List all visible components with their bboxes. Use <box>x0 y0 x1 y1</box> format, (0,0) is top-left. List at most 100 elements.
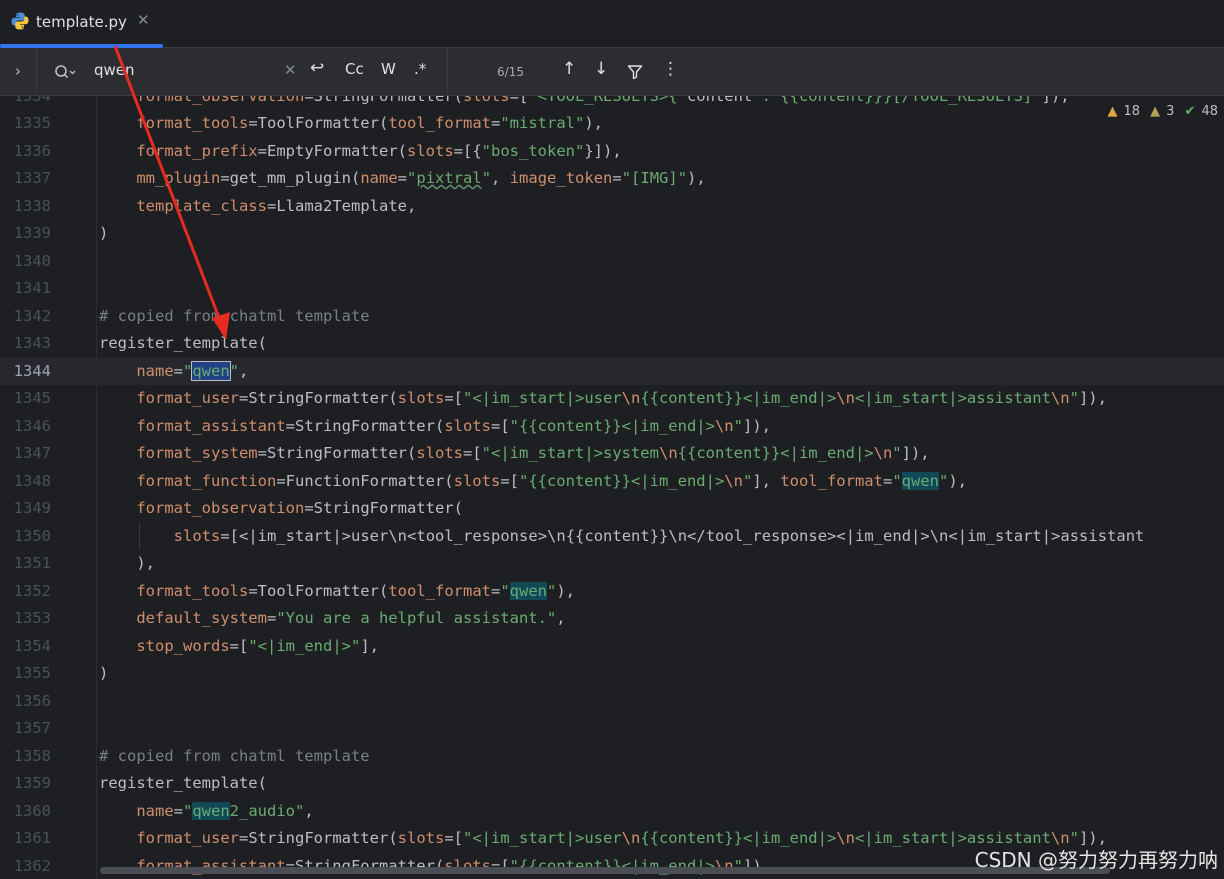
line-code: # copied from chatml template <box>99 746 370 765</box>
line-number: 1341 <box>13 279 51 297</box>
code-line[interactable]: 1339) <box>0 220 1224 248</box>
line-code: format_assistant=StringFormatter(slots=[… <box>136 416 771 435</box>
line-number: 1353 <box>13 609 51 627</box>
line-code: format_tools=ToolFormatter(tool_format="… <box>136 581 576 600</box>
line-number: 1335 <box>13 114 51 132</box>
code-line[interactable]: 1340 <box>0 248 1224 276</box>
search-history-icon[interactable] <box>54 63 76 81</box>
line-number: 1349 <box>13 499 51 517</box>
filter-icon[interactable] <box>627 64 643 80</box>
line-code: slots=[<|im_start|>user\n<tool_response>… <box>173 526 1145 545</box>
line-number: 1359 <box>13 774 51 792</box>
code-line[interactable]: 1341 <box>0 275 1224 303</box>
expand-replace-chevron-icon[interactable]: › <box>0 48 37 95</box>
weak-warning-count: 3 <box>1166 104 1175 119</box>
code-line[interactable]: 1351 ), <box>0 550 1224 578</box>
line-code: default_system="You are a helpful assist… <box>136 609 566 627</box>
code-line[interactable]: 1334 format_observation=StringFormatter(… <box>0 96 1224 110</box>
code-line[interactable]: 1335 format_tools=ToolFormatter(tool_for… <box>0 110 1224 138</box>
new-line-toggle-icon[interactable]: ↩ <box>310 58 324 78</box>
search-match: qwen <box>192 801 230 820</box>
line-number: 1358 <box>13 746 51 765</box>
code-line[interactable]: 1337 mm_plugin=get_mm_plugin(name="pixtr… <box>0 165 1224 193</box>
match-case-button[interactable]: Cc <box>345 60 364 78</box>
divider <box>447 48 448 95</box>
line-number: 1342 <box>13 306 51 325</box>
code-line[interactable]: 1357 <box>0 715 1224 743</box>
line-number: 1334 <box>0 96 51 110</box>
whole-words-button[interactable]: W <box>381 60 396 78</box>
code-line[interactable]: 1344 name="qwen", <box>0 357 1224 385</box>
line-number: 1345 <box>13 389 51 407</box>
code-line[interactable]: 1356 <box>0 688 1224 716</box>
line-number: 1344 <box>13 361 51 380</box>
line-number: 1362 <box>13 856 51 875</box>
regex-button[interactable]: .* <box>414 60 426 78</box>
code-line[interactable]: 1343 register_template( <box>0 330 1224 358</box>
line-number: 1354 <box>13 636 51 655</box>
line-code: template_class=Llama2Template, <box>136 196 417 215</box>
line-code: format_user=StringFormatter(slots=["<|im… <box>136 389 1107 407</box>
line-number: 1352 <box>13 581 51 600</box>
code-line[interactable]: 1359 register_template( <box>0 770 1224 798</box>
line-number: 1343 <box>13 334 51 352</box>
line-code: format_observation=StringFormatter(slots… <box>99 96 1069 110</box>
search-input[interactable]: qwen <box>94 61 135 79</box>
code-line[interactable]: 1346 format_assistant=StringFormatter(sl… <box>0 413 1224 441</box>
typo-underline: pixtral <box>416 169 482 187</box>
line-code: register_template( <box>99 774 267 792</box>
line-number: 1350 <box>13 526 51 545</box>
match-count: 6/15 <box>497 65 524 79</box>
clear-search-icon[interactable]: ✕ <box>284 61 297 79</box>
code-line[interactable]: 1355) <box>0 660 1224 688</box>
python-file-icon <box>11 12 29 30</box>
line-code: # copied from chatml template <box>99 306 370 325</box>
find-bar: › qwen ✕ ↩ Cc W .* 6/15 ↑ ↓ ⋮ <box>0 48 1224 96</box>
more-options-icon[interactable]: ⋮ <box>662 59 679 79</box>
line-code: ) <box>99 224 109 242</box>
code-line[interactable]: 1350 slots=[<|im_start|>user\n<tool_resp… <box>0 522 1224 550</box>
search-match: qwen <box>509 581 547 600</box>
weak-warning-icon: ▲ <box>1150 104 1161 119</box>
close-icon[interactable]: ✕ <box>137 11 150 29</box>
line-number: 1356 <box>13 691 51 710</box>
line-code: ), <box>99 554 155 572</box>
current-search-match: qwen <box>191 360 231 381</box>
code-line[interactable]: 1345 format_user=StringFormatter(slots=[… <box>0 385 1224 413</box>
ok-count: 48 <box>1201 104 1218 119</box>
typo-check-icon: ✔ <box>1184 104 1196 119</box>
watermark: CSDN @努力努力再努力呐 <box>974 848 1218 872</box>
tab-label: template.py <box>36 13 127 31</box>
line-number: 1357 <box>13 719 51 737</box>
line-code: format_prefix=EmptyFormatter(slots=[{"bo… <box>136 141 622 160</box>
line-code: name="qwen", <box>136 360 249 381</box>
code-editor[interactable]: 1334 format_observation=StringFormatter(… <box>0 96 1224 879</box>
line-code: format_system=StringFormatter(slots=["<|… <box>136 444 930 462</box>
horizontal-scrollbar[interactable] <box>100 867 1110 874</box>
line-number: 1348 <box>13 471 51 490</box>
line-code: format_observation=StringFormatter( <box>136 499 463 517</box>
line-code: format_function=FunctionFormatter(slots=… <box>136 471 967 490</box>
code-line[interactable]: 1353 default_system="You are a helpful a… <box>0 605 1224 633</box>
code-line[interactable]: 1349 format_observation=StringFormatter( <box>0 495 1224 523</box>
code-line[interactable]: 1342 # copied from chatml template <box>0 303 1224 331</box>
code-line[interactable]: 1348 format_function=FunctionFormatter(s… <box>0 468 1224 496</box>
tab-template-py[interactable]: template.py ✕ <box>0 0 163 48</box>
code-line[interactable]: 1336 format_prefix=EmptyFormatter(slots=… <box>0 138 1224 166</box>
code-line[interactable]: 1360 name="qwen2_audio", <box>0 798 1224 826</box>
code-line[interactable]: 1338 template_class=Llama2Template, <box>0 193 1224 221</box>
next-occurrence-icon[interactable]: ↓ <box>594 59 608 79</box>
code-line[interactable]: 1352 format_tools=ToolFormatter(tool_for… <box>0 578 1224 606</box>
code-line[interactable]: 1358 # copied from chatml template <box>0 743 1224 771</box>
code-line[interactable]: 1354 stop_words=["<|im_end|>"], <box>0 633 1224 661</box>
warning-count: 18 <box>1123 104 1140 119</box>
previous-occurrence-icon[interactable]: ↑ <box>562 59 576 79</box>
line-number: 1351 <box>13 554 51 572</box>
warning-icon: ▲ <box>1107 104 1118 119</box>
inspections-widget[interactable]: ▲ 18 ▲ 3 ✔ 48 <box>1101 104 1224 119</box>
line-code: format_assistant=StringFormatter(slots=[… <box>136 856 771 875</box>
code-line[interactable]: 1347 format_system=StringFormatter(slots… <box>0 440 1224 468</box>
line-code: format_tools=ToolFormatter(tool_format="… <box>136 114 603 132</box>
line-number: 1360 <box>13 801 51 820</box>
line-number: 1336 <box>13 141 51 160</box>
